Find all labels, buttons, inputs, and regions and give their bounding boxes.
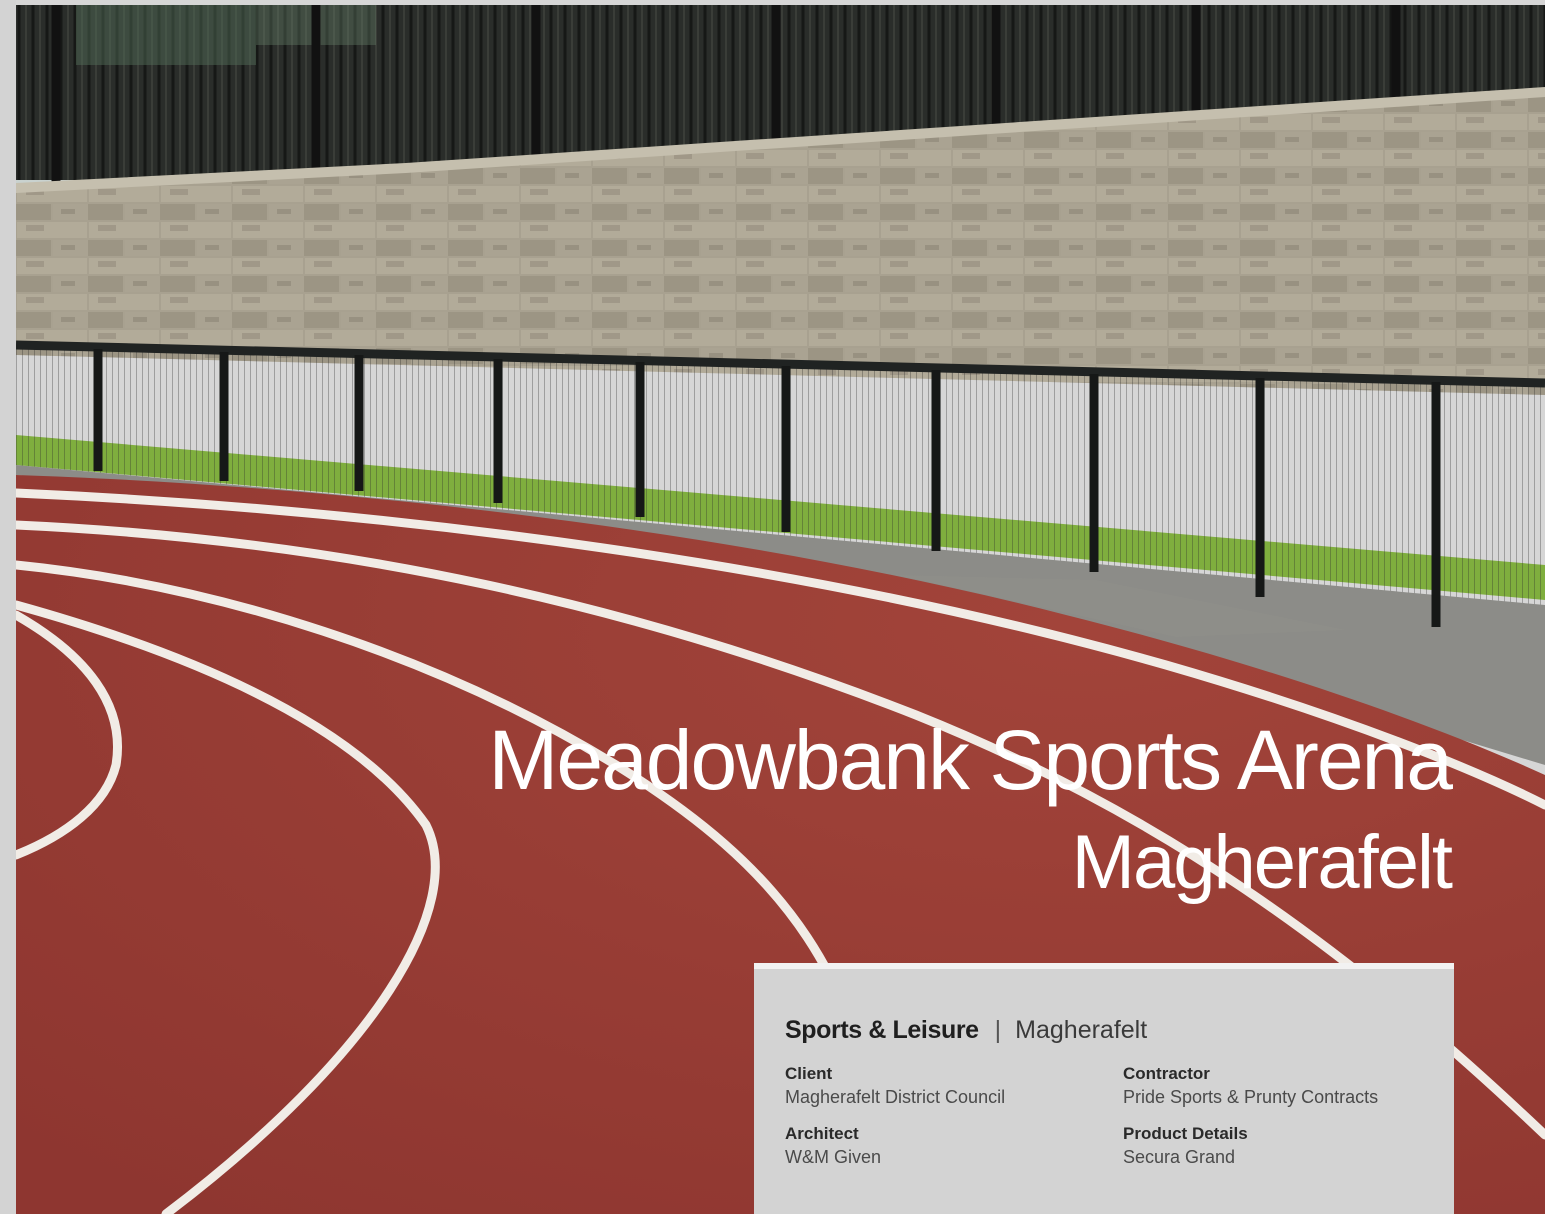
project-title: Meadowbank Sports Arena Magherafelt [488, 713, 1453, 905]
page-margin-strip [0, 0, 16, 1214]
location-label: Magherafelt [1015, 1016, 1148, 1044]
field-value: Magherafelt District Council [785, 1087, 1006, 1107]
field-value: Secura Grand [1123, 1147, 1236, 1167]
field-label: Contractor [1123, 1064, 1210, 1083]
product-details-field: Product Details Secura Grand [1123, 1123, 1423, 1169]
category-label: Sports & Leisure [785, 1016, 979, 1044]
architect-field: Architect W&M Given [785, 1123, 1123, 1169]
project-details-grid: Client Magherafelt District Council Cont… [785, 1063, 1424, 1169]
project-info-card: Sports & Leisure | Magherafelt Client Magh… [754, 963, 1454, 1214]
field-label: Product Details [1123, 1124, 1248, 1143]
contractor-field: Contractor Pride Sports & Prunty Contrac… [1123, 1063, 1423, 1109]
project-town: Magherafelt [1071, 820, 1453, 905]
field-value: W&M Given [785, 1147, 882, 1167]
field-label: Architect [785, 1124, 859, 1143]
field-value: Pride Sports & Prunty Contracts [1123, 1087, 1379, 1107]
client-field: Client Magherafelt District Council [785, 1063, 1123, 1109]
card-heading: Sports & Leisure | Magherafelt [785, 1015, 1424, 1045]
field-label: Client [785, 1064, 833, 1083]
project-name: Meadowbank Sports Arena [488, 713, 1453, 807]
heading-separator: | [994, 1016, 1002, 1044]
